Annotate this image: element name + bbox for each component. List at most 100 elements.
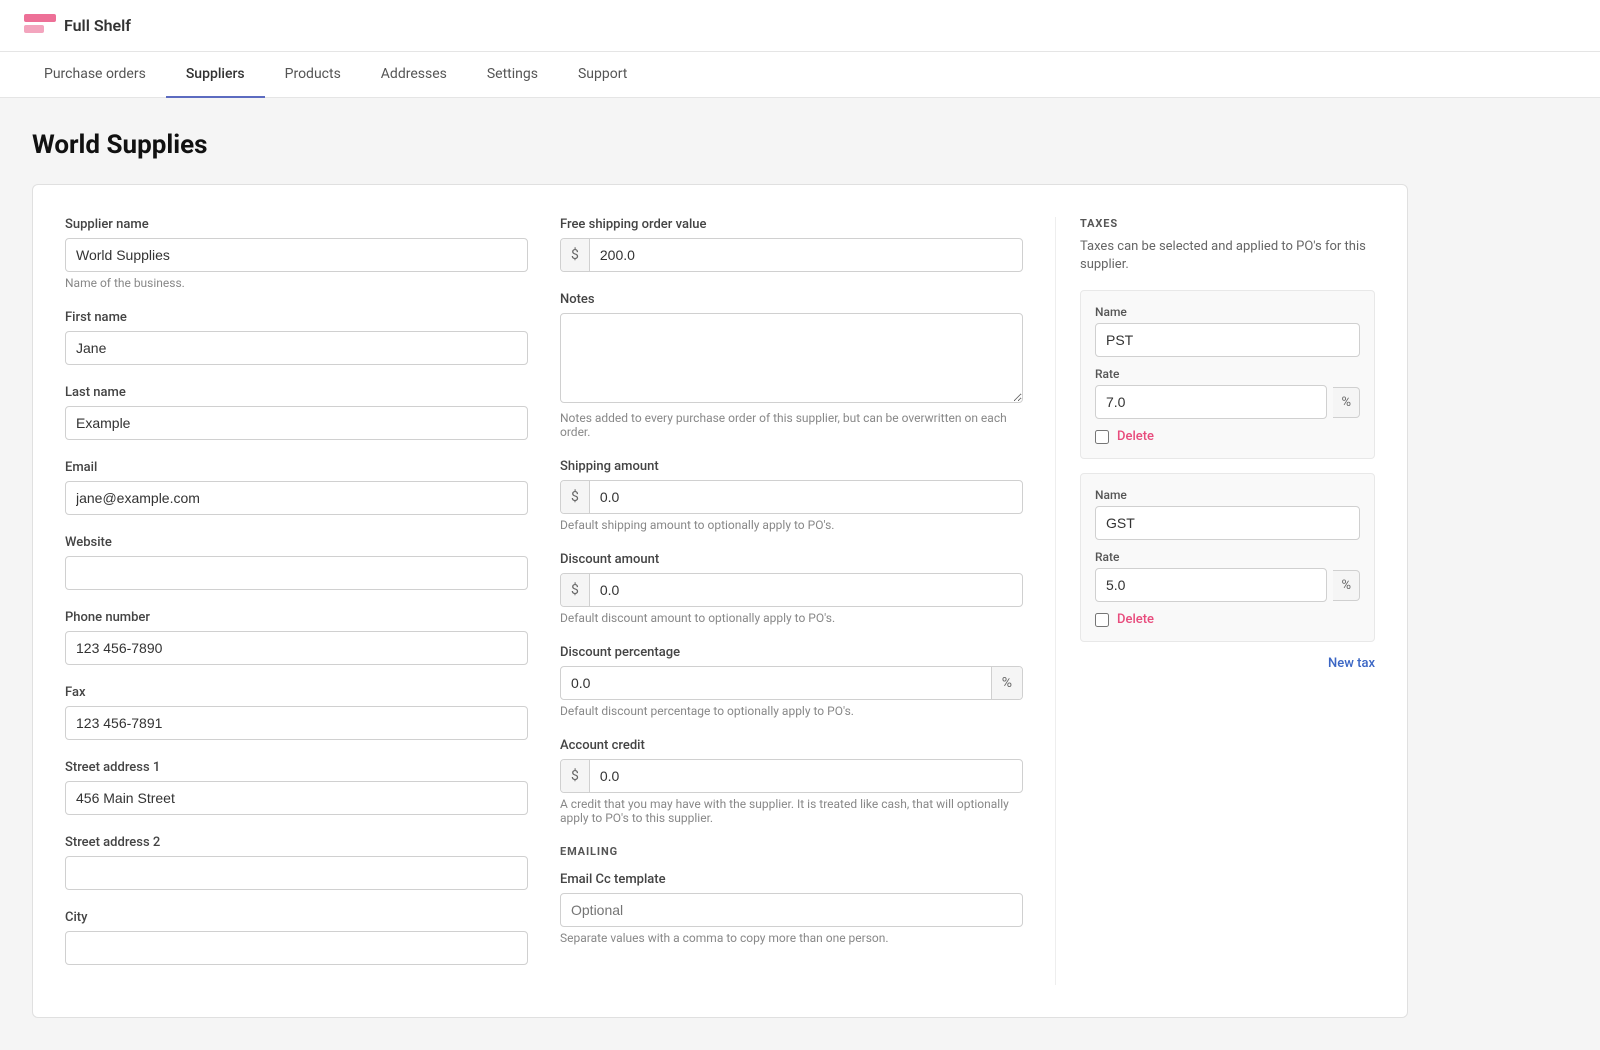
discount-amount-input[interactable] (590, 574, 1022, 606)
tax-gst-rate-row: % (1095, 568, 1360, 602)
emailing-section-label: EMAILING (560, 845, 1023, 858)
dollar-prefix-discount: $ (561, 574, 590, 606)
email-cc-label: Email Cc template (560, 872, 1023, 887)
city-input[interactable] (65, 931, 528, 965)
account-credit-input[interactable] (590, 760, 1022, 792)
notes-group: Notes Notes added to every purchase orde… (560, 292, 1023, 439)
website-label: Website (65, 535, 528, 550)
tax-pst-name-input[interactable] (1095, 323, 1360, 357)
supplier-name-hint: Name of the business. (65, 276, 528, 290)
account-credit-group: Account credit $ A credit that you may h… (560, 738, 1023, 825)
new-tax-link[interactable]: New tax (1080, 656, 1375, 671)
tab-products[interactable]: Products (265, 52, 361, 98)
page-content: World Supplies Supplier name Name of the… (0, 98, 1440, 1050)
discount-percentage-hint: Default discount percentage to optionall… (560, 704, 1023, 718)
percent-suffix-discount: % (991, 667, 1022, 699)
logo-icon (24, 14, 56, 38)
free-shipping-group: Free shipping order value $ (560, 217, 1023, 272)
tab-addresses[interactable]: Addresses (361, 52, 467, 98)
email-label: Email (65, 460, 528, 475)
dollar-prefix-shipping: $ (561, 481, 590, 513)
phone-label: Phone number (65, 610, 528, 625)
email-cc-input[interactable] (560, 893, 1023, 927)
tab-suppliers[interactable]: Suppliers (166, 52, 265, 98)
notes-textarea[interactable] (560, 313, 1023, 403)
tab-support[interactable]: Support (558, 52, 647, 98)
tax-gst-name-label: Name (1095, 488, 1360, 502)
tax-pst-rate-input[interactable] (1095, 385, 1327, 419)
phone-input[interactable] (65, 631, 528, 665)
first-name-label: First name (65, 310, 528, 325)
discount-percentage-group: Discount percentage % Default discount p… (560, 645, 1023, 718)
tax-pst-delete-row: Delete (1095, 429, 1360, 444)
app-title: Full Shelf (64, 16, 131, 35)
email-input[interactable] (65, 481, 528, 515)
shipping-amount-wrapper: $ (560, 480, 1023, 514)
street2-group: Street address 2 (65, 835, 528, 890)
discount-percentage-label: Discount percentage (560, 645, 1023, 660)
email-cc-group: Email Cc template Separate values with a… (560, 872, 1023, 945)
tax-gst-rate-suffix: % (1333, 570, 1360, 601)
email-cc-hint: Separate values with a comma to copy mor… (560, 931, 1023, 945)
account-credit-wrapper: $ (560, 759, 1023, 793)
supplier-name-label: Supplier name (65, 217, 528, 232)
first-name-input[interactable] (65, 331, 528, 365)
taxes-description: Taxes can be selected and applied to PO'… (1080, 238, 1375, 274)
phone-group: Phone number (65, 610, 528, 665)
first-name-group: First name (65, 310, 528, 365)
shipping-amount-label: Shipping amount (560, 459, 1023, 474)
last-name-label: Last name (65, 385, 528, 400)
tax-item-pst: Name Rate % Delete (1080, 290, 1375, 459)
fax-label: Fax (65, 685, 528, 700)
last-name-group: Last name (65, 385, 528, 440)
dollar-prefix-free-shipping: $ (561, 239, 590, 271)
tax-pst-name-label: Name (1095, 305, 1360, 319)
website-group: Website (65, 535, 528, 590)
street1-input[interactable] (65, 781, 528, 815)
street2-input[interactable] (65, 856, 528, 890)
city-label: City (65, 910, 528, 925)
city-group: City (65, 910, 528, 965)
left-column: Supplier name Name of the business. Firs… (65, 217, 528, 985)
discount-amount-label: Discount amount (560, 552, 1023, 567)
discount-amount-wrapper: $ (560, 573, 1023, 607)
shipping-amount-input[interactable] (590, 481, 1022, 513)
tax-pst-delete-checkbox[interactable] (1095, 430, 1109, 444)
nav-tabs: Purchase orders Suppliers Products Addre… (0, 52, 1600, 98)
supplier-name-input[interactable] (65, 238, 528, 272)
tax-gst-rate-label: Rate (1095, 550, 1360, 564)
tax-pst-rate-suffix: % (1333, 387, 1360, 418)
street2-label: Street address 2 (65, 835, 528, 850)
tax-pst-delete-label[interactable]: Delete (1117, 429, 1154, 444)
free-shipping-label: Free shipping order value (560, 217, 1023, 232)
free-shipping-input[interactable] (590, 239, 1022, 271)
tax-gst-name-input[interactable] (1095, 506, 1360, 540)
discount-percentage-input[interactable] (561, 667, 991, 699)
tax-pst-rate-label: Rate (1095, 367, 1360, 381)
top-bar: Full Shelf (0, 0, 1600, 52)
notes-label: Notes (560, 292, 1023, 307)
last-name-input[interactable] (65, 406, 528, 440)
shipping-amount-hint: Default shipping amount to optionally ap… (560, 518, 1023, 532)
form-grid: Supplier name Name of the business. Firs… (65, 217, 1375, 985)
shipping-amount-group: Shipping amount $ Default shipping amoun… (560, 459, 1023, 532)
tab-purchase-orders[interactable]: Purchase orders (24, 52, 166, 98)
free-shipping-input-wrapper: $ (560, 238, 1023, 272)
street1-group: Street address 1 (65, 760, 528, 815)
notes-hint: Notes added to every purchase order of t… (560, 411, 1023, 439)
discount-amount-hint: Default discount amount to optionally ap… (560, 611, 1023, 625)
fax-group: Fax (65, 685, 528, 740)
email-group: Email (65, 460, 528, 515)
taxes-section-title: TAXES (1080, 217, 1375, 230)
fax-input[interactable] (65, 706, 528, 740)
discount-percentage-wrapper: % (560, 666, 1023, 700)
tax-pst-rate-row: % (1095, 385, 1360, 419)
tab-settings[interactable]: Settings (467, 52, 558, 98)
logo-area: Full Shelf (24, 14, 131, 38)
website-input[interactable] (65, 556, 528, 590)
tax-gst-delete-checkbox[interactable] (1095, 613, 1109, 627)
tax-gst-delete-label[interactable]: Delete (1117, 612, 1154, 627)
supplier-name-group: Supplier name Name of the business. (65, 217, 528, 290)
dollar-prefix-credit: $ (561, 760, 590, 792)
tax-gst-rate-input[interactable] (1095, 568, 1327, 602)
